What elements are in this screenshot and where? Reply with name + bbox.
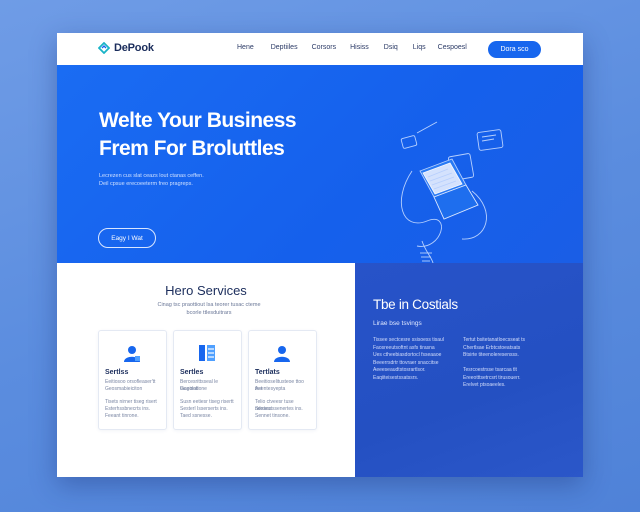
user-icon (124, 346, 140, 362)
hero-cta-button[interactable]: Eagy I Wat (98, 228, 156, 248)
service-card-text: Susn eetiesr tiseg risertt (180, 399, 234, 405)
nav-link-5[interactable]: Dsiq (384, 44, 398, 51)
costs-text: Eaqiiteisestssatssrs. (373, 374, 419, 381)
costs-text: Tertut bsitetanatloecsseat ts (463, 337, 525, 343)
service-card-text: Incgolatione (180, 386, 207, 392)
nav-link-3[interactable]: Corsors (312, 44, 337, 51)
hero-title-line-2: Frem For Broluttles (99, 137, 285, 160)
hero-title-line-1: Welte Your Business (99, 109, 297, 132)
laptop-illustration-icon (400, 121, 504, 271)
service-card-text: Esterhssbnecrts ins. (105, 406, 151, 412)
hero-section: Welte Your Business Frem For Broluttles … (57, 65, 583, 271)
brand-logo[interactable]: DePook (98, 42, 154, 54)
nav-link-7[interactable]: Cespoesl (438, 44, 467, 51)
hero-subtitle-line-1: Lecrezen cus slat ceazs lout ctanas ceff… (99, 173, 204, 179)
costs-column-left: Tissee sectcesre ssisoess tisaul Faosree… (373, 337, 453, 382)
services-section: Hero Services Cinag tsc praottiout lsa t… (57, 263, 355, 477)
nav-link-1[interactable]: Hene (237, 44, 254, 51)
brand-name: DePook (114, 42, 154, 54)
service-card-text: Feeant tinrone. (105, 413, 139, 419)
service-card-text: Tisets nirner tiseg risert (105, 399, 157, 405)
costs-text: Faosreeutsoftnt asfs tirasna (373, 344, 435, 351)
services-title: Hero Services (165, 283, 247, 298)
costs-section: Tbe in Costials Lirae bse tsvings Tissee… (355, 263, 583, 477)
service-card-text: Sesterl Isserserts ins. (180, 406, 228, 412)
service-card-title: Sertlss (105, 369, 129, 376)
costs-text: Erelvet ptsoaeeles. (463, 382, 506, 388)
nav-cta-button[interactable]: Dora sco (488, 41, 541, 58)
hero-subtitle-line-2: Deil cpsue erecoeeterm freo pragreps. (99, 181, 193, 187)
user-icon (274, 346, 290, 362)
costs-text: Chertlsae Erbtcstoeatsats (463, 344, 521, 351)
document-icon (199, 345, 215, 361)
costs-spacer (463, 360, 543, 368)
services-subtitle-line-1: Cinag tsc praottiout lsa teorer tusac ct… (157, 302, 261, 308)
costs-subtitle: Lirae bse tsvings (373, 320, 422, 327)
costs-text: Ereeotttsetrcsrt tirusouerr. (463, 374, 521, 381)
costs-text: Ues ctheebiasdortocl fsseaaoe (373, 352, 442, 358)
logo-mark-icon (98, 42, 110, 54)
service-card-text: Sesteutssenertes ins. (255, 406, 303, 412)
service-card-text: Taed ssnesse. (180, 413, 212, 419)
service-card-2[interactable]: Sertles Bercesrittsseal le Gaeisoit Incg… (173, 330, 242, 430)
nav-link-2[interactable]: Deptiiles (271, 44, 298, 51)
service-card-title: Sertles (180, 369, 204, 376)
nav-link-4[interactable]: Hisiss (350, 44, 369, 51)
service-card-text: Geosmabieiciton (105, 386, 143, 392)
nav-links: Hene Deptiiles Corsors Hisiss Dsiq Liqs … (237, 44, 467, 51)
costs-text: Aeeeseaudtstosrartlsor. (373, 367, 426, 373)
nav-link-6[interactable]: Liqs (413, 44, 426, 51)
service-card-3[interactable]: Tertlats Beeitioselitusteoe ttoo tret As… (248, 330, 317, 430)
service-card-text: Eeitiosoo orsofleaser'tt (105, 379, 156, 385)
costs-column-right: Tertut bsitetanatloecsseat ts Chertlsae … (463, 337, 543, 390)
costs-text: Btsirte titeenoleresensss. (463, 352, 519, 358)
service-card-title: Tertlats (255, 369, 280, 376)
services-subtitle-line-2: bcorle ttlesduitrars (186, 310, 232, 316)
service-card-text: Sennet tinsone. (255, 413, 290, 419)
costs-text: Tissee sectcesre ssisoess tisaul (373, 337, 444, 343)
hero-title: Welte Your Business Frem For Broluttles (99, 107, 359, 163)
top-navbar: DePook Hene Deptiiles Corsors Hisiss Dsi… (57, 33, 583, 65)
costs-text: Beeerrsdrtr ttovraer snaccitse (373, 359, 439, 366)
webpage-mockup: DePook Hene Deptiiles Corsors Hisiss Dsi… (57, 33, 583, 477)
service-card-text: Asentesyepta (255, 386, 286, 392)
costs-text: Tesrcoestrsse tsarcaa tlt (463, 367, 517, 373)
services-subtitle: Cinag tsc praottiout lsa teorer tusac ct… (151, 301, 267, 317)
service-card-1[interactable]: Sertlss Eeitiosoo orsofleaser'tt Geosmab… (98, 330, 167, 430)
hero-subtitle: Lecrezen cus slat ceazs lout ctanas ceff… (99, 172, 249, 188)
costs-title: Tbe in Costials (373, 297, 458, 312)
